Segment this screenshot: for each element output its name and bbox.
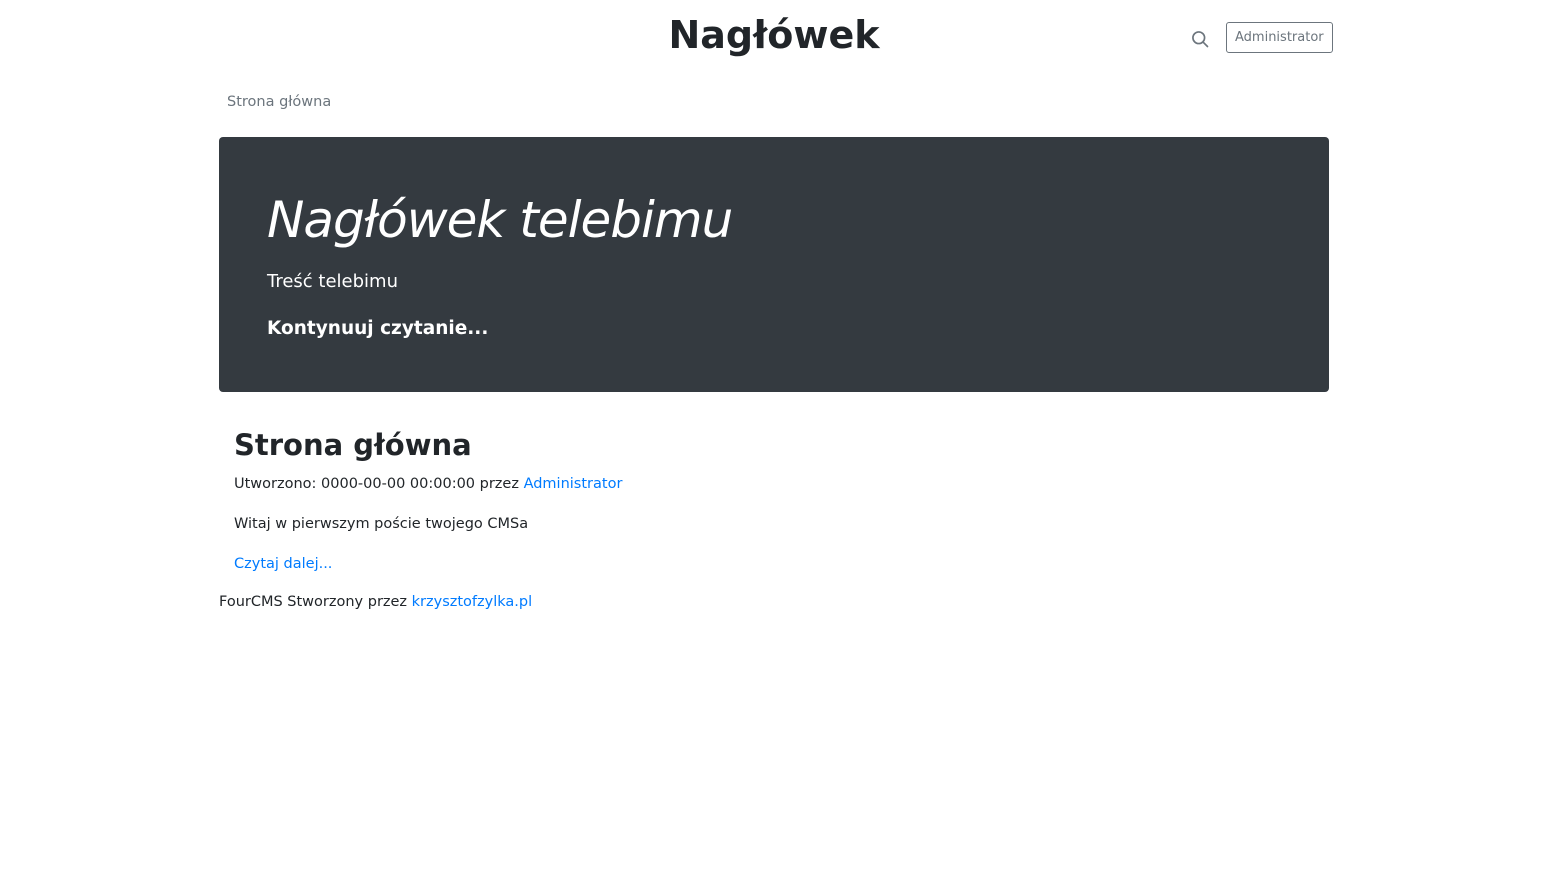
jumbotron-lead: Treść telebimu: [267, 271, 399, 292]
read-more: Czytaj dalej...: [234, 552, 622, 576]
search-icon[interactable]: [1190, 29, 1210, 49]
footer-prefix: FourCMS Stworzony przez: [219, 594, 412, 610]
read-more-link[interactable]: Czytaj dalej...: [234, 556, 332, 572]
post: Strona główna Utworzono: 0000-00-00 00:0…: [234, 426, 622, 576]
post-author-link[interactable]: Administrator: [524, 476, 623, 492]
site-header: Nagłówek Administrator: [219, 0, 1333, 76]
nav-item-home[interactable]: Strona główna: [227, 94, 331, 110]
footer-link[interactable]: krzysztofzylka.pl: [412, 594, 532, 610]
post-meta: Utworzono: 0000-00-00 00:00:00 przez Adm…: [234, 472, 622, 496]
page-container: Nagłówek Administrator Strona główna Nag…: [219, 0, 1333, 874]
post-title: Strona główna: [234, 428, 472, 462]
post-body: Witaj w pierwszym poście twojego CMSa: [234, 516, 529, 532]
jumbotron: [219, 137, 1329, 392]
jumbotron-continue-link[interactable]: Kontynuuj czytanie...: [267, 318, 488, 339]
admin-button[interactable]: Administrator: [1226, 22, 1333, 53]
post-meta-prefix: Utworzono: 0000-00-00 00:00:00 przez: [234, 476, 524, 492]
jumbotron-title: Nagłówek telebimu: [267, 191, 733, 249]
footer: FourCMS Stworzony przez krzysztofzylka.p…: [219, 590, 532, 614]
site-title[interactable]: Nagłówek: [219, 10, 1329, 60]
